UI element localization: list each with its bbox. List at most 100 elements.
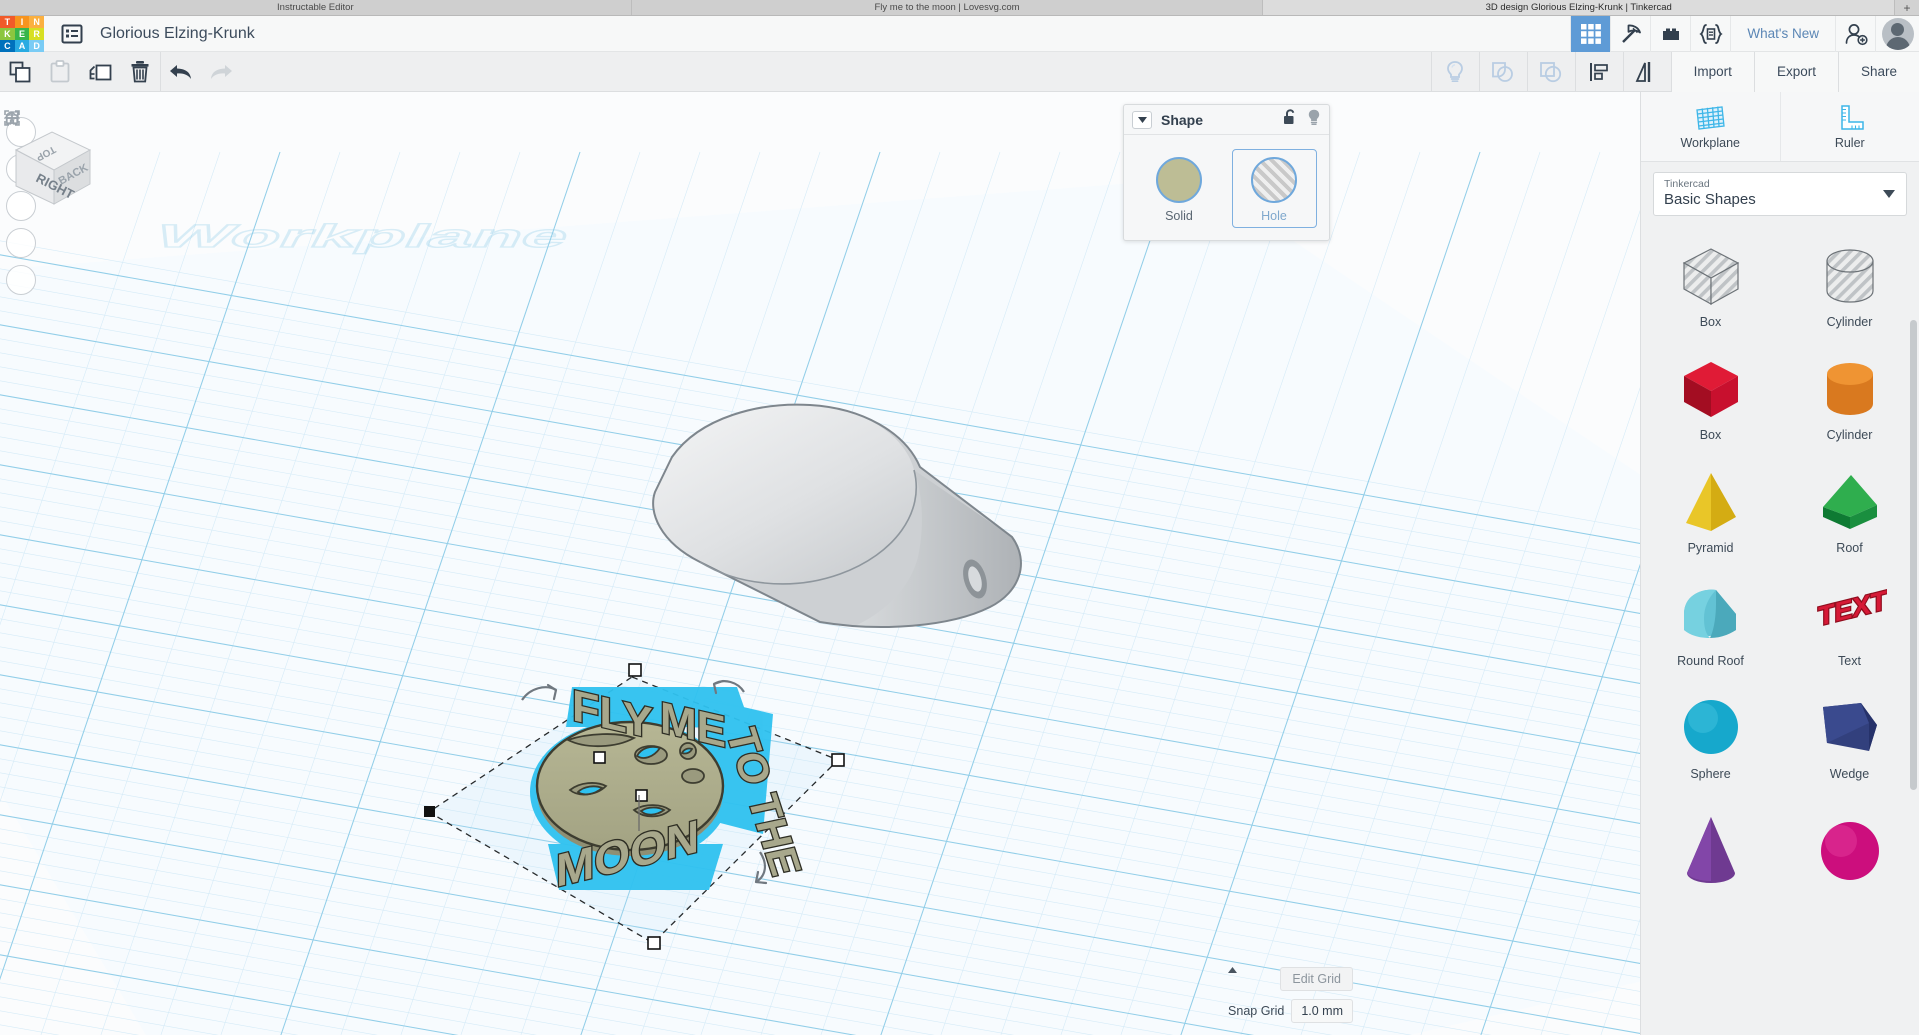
- shapes-sidebar: Workplane Ruler Tinkercad Basic Shapes B…: [1640, 92, 1919, 1035]
- copy-button[interactable]: [0, 52, 40, 92]
- zoom-out-button[interactable]: [6, 117, 36, 258]
- shape-palette[interactable]: Box Cylinder Box Cylinder Pyramid Roof R…: [1641, 228, 1919, 1035]
- logo-letter: T: [0, 15, 15, 28]
- paste-button[interactable]: [40, 52, 80, 92]
- logo-letter: A: [14, 39, 30, 52]
- browser-tab[interactable]: Fly me to the moon | Lovesvg.com: [631, 0, 1264, 15]
- avatar[interactable]: [1875, 15, 1919, 52]
- caret-up-icon: [1228, 967, 1238, 973]
- browser-tab-title: 3D design Glorious Elzing-Krunk | Tinker…: [1485, 2, 1672, 13]
- workplane-canvas[interactable]: Workplane FLY ME TO THE MOON RIGHT BACK …: [0, 92, 1640, 1035]
- shape-label: Box: [1699, 314, 1722, 329]
- shape-library-select[interactable]: Tinkercad Basic Shapes: [1653, 172, 1907, 216]
- ruler-icon: [1841, 105, 1864, 130]
- logo-letter: I: [14, 15, 30, 28]
- snap-grid-value: 1.0 mm: [1301, 1004, 1343, 1018]
- shape-option-hole[interactable]: Hole: [1231, 149, 1317, 228]
- edit-grid-button[interactable]: Edit Grid: [1280, 967, 1353, 991]
- shape-tile-round-roof[interactable]: Round Roof: [1641, 567, 1780, 680]
- shape-label: Text: [1838, 653, 1861, 668]
- ungroup-button[interactable]: [1526, 51, 1575, 92]
- library-provider: Tinkercad: [1664, 178, 1710, 190]
- shape-tile-hole-box[interactable]: Box: [1641, 228, 1780, 341]
- shape-tile-text[interactable]: TEXT Text: [1780, 567, 1919, 680]
- snap-grid-label: Snap Grid: [1228, 1004, 1285, 1018]
- sidebar-item-ruler[interactable]: Ruler: [1779, 92, 1919, 161]
- page-title: Glorious Elzing-Krunk: [100, 24, 255, 42]
- logo-letter: R: [29, 27, 44, 40]
- shape-panel-title: Shape: [1161, 111, 1204, 128]
- sidebar-item-workplane[interactable]: Workplane: [1641, 92, 1780, 161]
- sidebar-tools: Workplane Ruler: [1641, 92, 1919, 162]
- snap-grid-select[interactable]: 1.0 mm: [1228, 967, 1353, 1023]
- lightbulb-button[interactable]: [1430, 51, 1479, 92]
- shape-tile-box[interactable]: Box: [1641, 341, 1780, 454]
- redo-button[interactable]: [201, 52, 241, 92]
- view-navigation: RIGHT BACK TOP: [4, 110, 100, 295]
- shape-tile-hole-cylinder[interactable]: Cylinder: [1780, 228, 1919, 341]
- tinkercad-app: Instructable Editor Fly me to the moon |…: [0, 0, 1919, 1035]
- top-bar-nav: What's New: [1570, 15, 1919, 52]
- browser-tab-strip: Instructable Editor Fly me to the moon |…: [0, 0, 1919, 16]
- solid-swatch: [1156, 157, 1202, 203]
- shape-label: Box: [1699, 427, 1722, 442]
- shape-tile-cylinder[interactable]: Cylinder: [1780, 341, 1919, 454]
- logo-letter: K: [0, 27, 15, 40]
- svg-text:TEXT: TEXT: [1818, 584, 1887, 632]
- lightbulb-icon[interactable]: [1307, 109, 1321, 131]
- browser-tab[interactable]: Instructable Editor: [0, 0, 632, 15]
- logo-letter: C: [0, 39, 15, 52]
- ruler-label: Ruler: [1834, 136, 1865, 150]
- library-collection: Basic Shapes: [1664, 191, 1756, 208]
- logo-letter: D: [29, 39, 44, 52]
- document-list-icon[interactable]: [58, 22, 86, 46]
- brick-icon[interactable]: [1650, 15, 1690, 52]
- shape-option-solid[interactable]: Solid: [1137, 149, 1222, 228]
- logo-letter: N: [29, 15, 44, 28]
- workplane-watermark: Workplane: [148, 218, 578, 254]
- grid-controls: Edit Grid Snap Grid 1.0 mm: [1228, 967, 1353, 1023]
- add-person-icon[interactable]: [1835, 15, 1875, 52]
- unlock-icon[interactable]: [1283, 109, 1297, 130]
- pickaxe-icon[interactable]: [1610, 15, 1650, 52]
- codeblocks-icon[interactable]: [1690, 15, 1730, 52]
- shape-label: Cylinder: [1826, 427, 1873, 442]
- sidebar-scrollbar[interactable]: [1910, 320, 1917, 790]
- shape-tile-roof[interactable]: Roof: [1780, 454, 1919, 567]
- shape-tile-sphere[interactable]: Sphere: [1641, 680, 1780, 793]
- hole-label: Hole: [1261, 209, 1287, 223]
- shape-inspector-panel: Shape Solid Hole: [1123, 104, 1330, 241]
- shape-label: Round Roof: [1677, 653, 1744, 668]
- logo-letter: E: [14, 27, 30, 40]
- duplicate-button[interactable]: [80, 52, 120, 92]
- shape-tile-wedge[interactable]: Wedge: [1780, 680, 1919, 793]
- group-button[interactable]: [1478, 51, 1527, 92]
- mirror-button[interactable]: [1622, 51, 1671, 92]
- whats-new-link[interactable]: What's New: [1730, 15, 1835, 52]
- browser-tab-active[interactable]: 3D design Glorious Elzing-Krunk | Tinker…: [1263, 0, 1896, 15]
- shape-label: Roof: [1836, 540, 1863, 555]
- edit-toolbar: Import Export Share: [0, 51, 1919, 92]
- align-button[interactable]: [1574, 51, 1623, 92]
- shape-tile-cone[interactable]: [1641, 793, 1780, 906]
- workplane-label: Workplane: [1680, 136, 1741, 150]
- undo-button[interactable]: [161, 52, 201, 92]
- shape-label: Wedge: [1829, 766, 1870, 781]
- tinkercad-logo[interactable]: T I N K E R C A D: [0, 15, 44, 52]
- import-button[interactable]: Import: [1670, 51, 1754, 92]
- share-button[interactable]: Share: [1837, 51, 1919, 92]
- browser-tab-title: Instructable Editor: [277, 2, 354, 13]
- new-tab-button[interactable]: +: [1895, 0, 1919, 15]
- shape-label: Pyramid: [1687, 540, 1734, 555]
- shape-panel-header: Shape: [1124, 105, 1329, 135]
- chevron-down-icon[interactable]: [1883, 185, 1895, 203]
- shape-tile-sphere-magenta[interactable]: [1780, 793, 1919, 906]
- workplane-icon: [1696, 106, 1725, 130]
- grid-icon[interactable]: [1570, 15, 1611, 52]
- chevron-down-icon[interactable]: [1132, 110, 1152, 129]
- export-button[interactable]: Export: [1753, 51, 1838, 92]
- shape-tile-pyramid[interactable]: Pyramid: [1641, 454, 1780, 567]
- delete-button[interactable]: [120, 52, 160, 92]
- browser-tab-title: Fly me to the moon | Lovesvg.com: [874, 2, 1020, 13]
- perspective-toggle-button[interactable]: [5, 111, 36, 295]
